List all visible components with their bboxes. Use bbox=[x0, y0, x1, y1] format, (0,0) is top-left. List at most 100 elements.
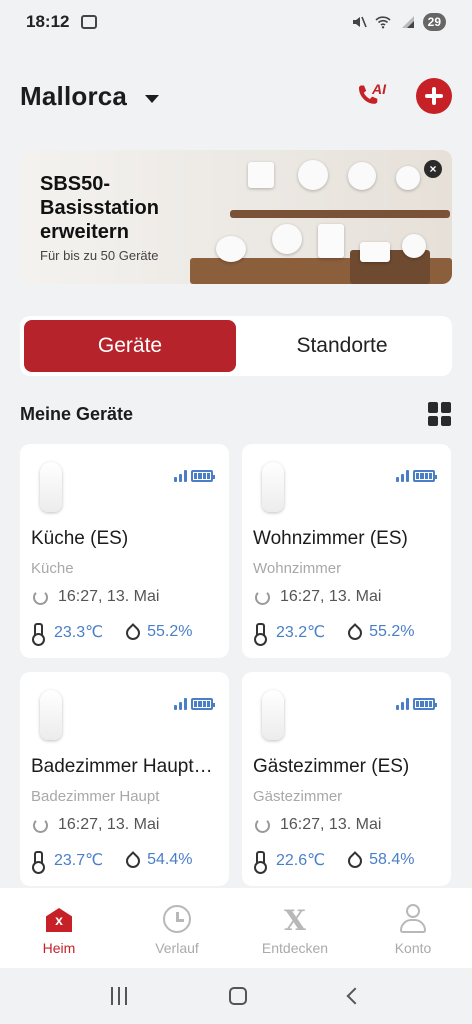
signal-strength-icon bbox=[174, 698, 187, 710]
tab-locations[interactable]: Standorte bbox=[236, 320, 448, 372]
device-card[interactable]: Küche (ES) Küche 16:27, 13. Mai 23.3℃ 55… bbox=[20, 444, 229, 658]
device-location: Badezimmer Haupt bbox=[31, 788, 160, 805]
nav-history[interactable]: Verlauf bbox=[118, 888, 236, 968]
status-bar: 18:12 29 bbox=[0, 0, 472, 44]
view-switcher: Geräte Standorte bbox=[20, 316, 452, 376]
nav-discover[interactable]: X Entdecken bbox=[236, 888, 354, 968]
device-image bbox=[348, 162, 376, 190]
humidity-drop-icon bbox=[347, 623, 361, 641]
banner-subtitle: Für bis zu 50 Geräte bbox=[40, 248, 159, 263]
section-title: Meine Geräte bbox=[20, 403, 134, 424]
device-readings: 23.3℃ 55.2% bbox=[31, 622, 193, 646]
sensor-image bbox=[262, 462, 284, 512]
battery-indicator: 29 bbox=[422, 13, 446, 31]
device-image bbox=[248, 162, 274, 188]
device-updated: 16:27, 13. Mai bbox=[253, 588, 381, 606]
device-name: Gästezimmer (ES) bbox=[253, 756, 410, 777]
thermometer-icon bbox=[253, 623, 267, 646]
temperature-value: 23.2℃ bbox=[276, 624, 326, 641]
x-icon: X bbox=[284, 904, 306, 937]
signal-icon bbox=[401, 16, 414, 28]
nav-label: Verlauf bbox=[155, 940, 199, 956]
temperature-value: 22.6℃ bbox=[276, 852, 326, 869]
device-name: Küche (ES) bbox=[31, 528, 129, 549]
device-readings: 22.6℃ 58.4% bbox=[253, 850, 415, 874]
device-image bbox=[318, 224, 344, 258]
device-card[interactable]: Gästezimmer (ES) Gästezimmer 16:27, 13. … bbox=[242, 672, 451, 886]
thermometer-icon bbox=[253, 851, 267, 874]
device-updated: 16:27, 13. Mai bbox=[31, 588, 159, 606]
shelf-top bbox=[230, 210, 450, 218]
system-home-button[interactable] bbox=[229, 987, 247, 1005]
sensor-image bbox=[262, 690, 284, 740]
battery-icon bbox=[413, 470, 437, 482]
humidity-drop-icon bbox=[125, 623, 139, 641]
device-card[interactable]: Badezimmer Haupt… Badezimmer Haupt 16:27… bbox=[20, 672, 229, 886]
nav-label: Heim bbox=[42, 940, 76, 956]
battery-icon bbox=[413, 698, 437, 710]
phone-ai-icon: AI bbox=[359, 81, 387, 104]
thermometer-icon bbox=[31, 623, 45, 646]
device-updated: 16:27, 13. Mai bbox=[31, 816, 159, 834]
nav-label: Konto bbox=[394, 940, 432, 956]
temperature-value: 23.7℃ bbox=[54, 852, 104, 869]
signal-strength-icon bbox=[396, 470, 409, 482]
status-icons: 29 bbox=[351, 13, 446, 31]
promo-banner[interactable]: SBS50-Basisstation erweitern Für bis zu … bbox=[20, 150, 452, 284]
section-header: Meine Geräte bbox=[20, 400, 452, 428]
device-image bbox=[298, 160, 328, 190]
device-image bbox=[360, 242, 390, 262]
device-location: Wohnzimmer bbox=[253, 560, 342, 577]
nav-home[interactable]: x Heim bbox=[0, 888, 118, 968]
thermometer-icon bbox=[31, 851, 45, 874]
device-card[interactable]: Wohnzimmer (ES) Wohnzimmer 16:27, 13. Ma… bbox=[242, 444, 451, 658]
screenshot-icon bbox=[81, 15, 98, 29]
ai-assistant-button[interactable]: AI bbox=[352, 78, 388, 114]
banner-title: SBS50-Basisstation erweitern bbox=[40, 173, 159, 243]
refresh-icon bbox=[255, 817, 270, 833]
signal-strength-icon bbox=[396, 698, 409, 710]
home-icon: x bbox=[44, 904, 74, 934]
recent-apps-button[interactable] bbox=[111, 987, 127, 1005]
refresh-icon bbox=[33, 817, 48, 833]
temperature-value: 23.3℃ bbox=[54, 624, 104, 641]
clock-icon bbox=[162, 904, 192, 934]
location-title[interactable]: Mallorca bbox=[20, 81, 127, 112]
humidity-value: 55.2% bbox=[369, 623, 415, 640]
sensor-image bbox=[40, 462, 62, 512]
device-image bbox=[272, 224, 302, 254]
svg-text:AI: AI bbox=[371, 81, 387, 97]
humidity-drop-icon bbox=[125, 851, 139, 869]
tab-devices[interactable]: Geräte bbox=[24, 320, 236, 372]
nav-account[interactable]: Konto bbox=[354, 888, 472, 968]
app-header: Mallorca AI bbox=[20, 74, 452, 118]
humidity-value: 58.4% bbox=[369, 851, 415, 868]
sensor-image bbox=[40, 690, 62, 740]
status-time: 18:12 bbox=[26, 12, 70, 31]
humidity-drop-icon bbox=[347, 851, 361, 869]
back-button[interactable] bbox=[346, 987, 364, 1005]
signal-strength-icon bbox=[174, 470, 187, 482]
device-location: Gästezimmer bbox=[253, 788, 343, 805]
device-image bbox=[402, 234, 426, 258]
battery-icon bbox=[191, 698, 215, 710]
device-image bbox=[396, 166, 420, 190]
wifi-icon bbox=[375, 16, 391, 29]
mute-icon bbox=[352, 16, 367, 28]
humidity-value: 54.4% bbox=[147, 851, 193, 868]
device-image bbox=[216, 236, 246, 262]
humidity-value: 55.2% bbox=[147, 623, 193, 640]
add-device-button[interactable] bbox=[416, 78, 452, 114]
chevron-down-icon[interactable] bbox=[145, 95, 160, 103]
close-icon[interactable]: × bbox=[424, 160, 442, 178]
device-readings: 23.2℃ 55.2% bbox=[253, 622, 415, 646]
grid-view-icon[interactable] bbox=[428, 402, 452, 426]
device-location: Küche bbox=[31, 560, 74, 577]
system-navigation-bar bbox=[0, 968, 472, 1024]
device-name: Badezimmer Haupt… bbox=[31, 756, 213, 777]
refresh-icon bbox=[255, 589, 270, 605]
battery-icon bbox=[191, 470, 215, 482]
user-icon bbox=[398, 904, 428, 934]
device-updated: 16:27, 13. Mai bbox=[253, 816, 381, 834]
refresh-icon bbox=[33, 589, 48, 605]
